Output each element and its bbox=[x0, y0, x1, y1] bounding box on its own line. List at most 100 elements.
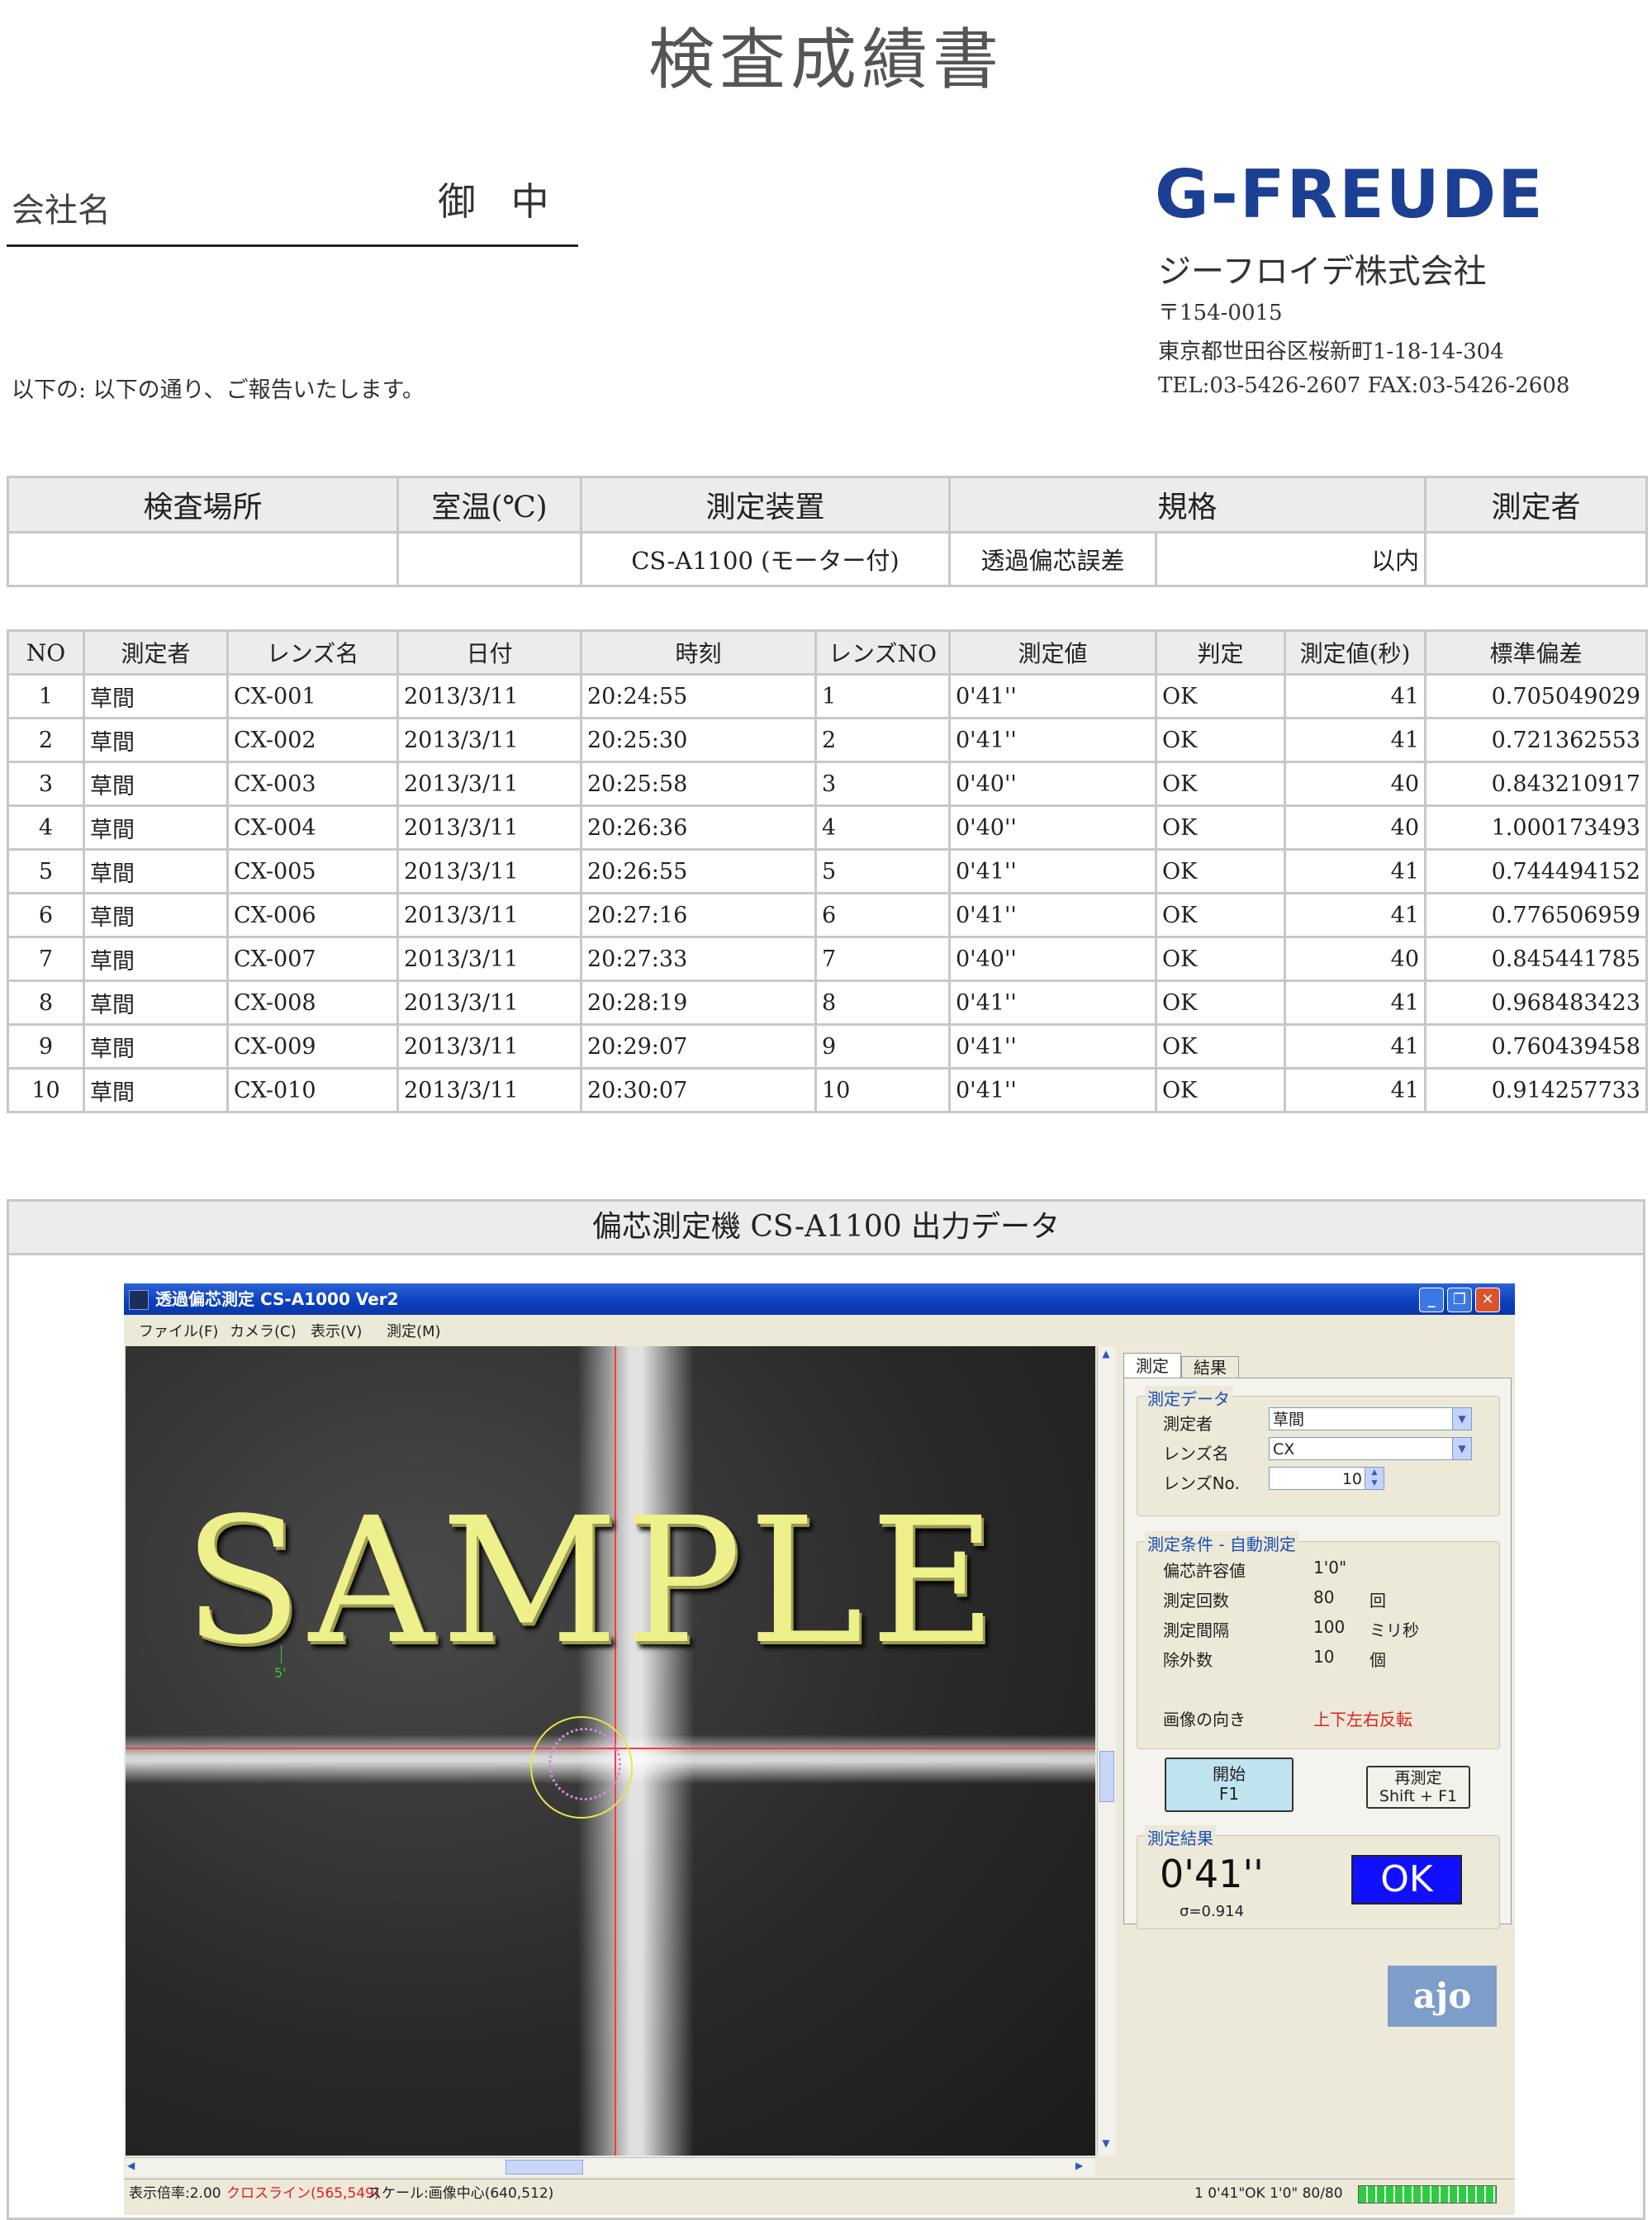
row-date: 2013/3/11 bbox=[396, 673, 582, 719]
row-time: 20:27:33 bbox=[580, 936, 817, 982]
row-seconds: 41 bbox=[1284, 980, 1427, 1026]
row-date: 2013/3/11 bbox=[396, 892, 582, 938]
menu-measure[interactable]: 測定(M) bbox=[387, 1320, 441, 1341]
minimize-icon[interactable]: _ bbox=[1419, 1288, 1444, 1312]
location-value bbox=[7, 531, 399, 587]
header-spec: 規格 bbox=[947, 476, 1427, 534]
measure-header: 測定値(秒) bbox=[1284, 629, 1427, 676]
sample-watermark: SAMPLE bbox=[183, 1480, 1004, 1682]
orientation-label: 画像の向き bbox=[1163, 1710, 1246, 1729]
row-time: 20:28:19 bbox=[580, 980, 817, 1026]
row-operator: 草間 bbox=[83, 761, 229, 807]
row-judgement: OK bbox=[1155, 761, 1286, 807]
scroll-up-icon[interactable]: ▲ bbox=[1099, 1348, 1113, 1363]
row-lens-name: CX-009 bbox=[226, 1023, 399, 1070]
row-value: 0'41'' bbox=[948, 892, 1157, 938]
menu-file[interactable]: ファイル(F) bbox=[139, 1320, 218, 1341]
row-value: 0'41'' bbox=[948, 980, 1157, 1026]
vertical-scrollbar[interactable]: ▲ ▼ bbox=[1097, 1346, 1116, 2156]
camera-view[interactable]: 5' SAMPLE bbox=[126, 1346, 1095, 2156]
lens-name-label: レンズ名 bbox=[1163, 1444, 1229, 1463]
window-titlebar: 透過偏芯測定 CS-A1000 Ver2 _ ❐ ✕ bbox=[124, 1283, 1515, 1315]
row-no: 8 bbox=[7, 980, 85, 1026]
scroll-down-icon[interactable]: ▼ bbox=[1099, 2137, 1113, 2152]
row-std-dev: 0.776506959 bbox=[1424, 892, 1648, 938]
row-seconds: 41 bbox=[1284, 892, 1427, 938]
chevron-down-icon[interactable]: ▼ bbox=[1452, 1438, 1471, 1459]
lens-name-select[interactable]: CX ▼ bbox=[1269, 1437, 1472, 1460]
row-std-dev: 0.914257733 bbox=[1424, 1067, 1648, 1113]
interval-label: 測定間隔 bbox=[1163, 1620, 1229, 1640]
horizontal-scrollbar[interactable]: ◀ ▶ bbox=[126, 2157, 1095, 2176]
progress-bar bbox=[1358, 2185, 1497, 2203]
measure-header: レンズNO bbox=[814, 629, 951, 676]
row-lens-name: CX-006 bbox=[226, 892, 399, 938]
row-lens-no: 5 bbox=[814, 848, 951, 894]
row-time: 20:25:30 bbox=[580, 717, 817, 763]
app-icon bbox=[129, 1290, 149, 1310]
horizontal-scroll-thumb[interactable] bbox=[506, 2160, 583, 2175]
row-std-dev: 0.845441785 bbox=[1424, 936, 1648, 982]
row-seconds: 40 bbox=[1284, 761, 1427, 807]
row-lens-name: CX-008 bbox=[226, 980, 399, 1026]
remeasure-button-key: Shift + F1 bbox=[1379, 1787, 1458, 1805]
row-lens-name: CX-004 bbox=[226, 804, 399, 851]
row-operator: 草間 bbox=[83, 848, 229, 894]
measure-header: 時刻 bbox=[580, 629, 817, 676]
header-temperature: 室温(℃) bbox=[396, 476, 582, 534]
row-no: 3 bbox=[7, 761, 85, 807]
vertical-scroll-thumb[interactable] bbox=[1099, 1751, 1114, 1802]
row-date: 2013/3/11 bbox=[396, 1067, 582, 1113]
row-operator: 草間 bbox=[83, 1067, 229, 1113]
restore-icon[interactable]: ❐ bbox=[1447, 1288, 1472, 1312]
condition-group-label: 測定条件 - 自動測定 bbox=[1145, 1531, 1298, 1555]
chevron-down-icon[interactable]: ▼ bbox=[1452, 1408, 1471, 1430]
table-row: 1 草間 CX-001 2013/3/11 20:24:55 1 0'41'' OK 41 0.7… bbox=[7, 673, 1648, 719]
header-operator: 測定者 bbox=[1424, 476, 1649, 534]
row-value: 0'41'' bbox=[948, 1067, 1157, 1113]
start-button[interactable]: 開始 F1 bbox=[1165, 1758, 1294, 1812]
device-value: CS-A1100 (モーター付) bbox=[580, 531, 951, 587]
row-lens-no: 4 bbox=[814, 804, 951, 851]
result-value: 0'41'' bbox=[1160, 1852, 1264, 1896]
interval-value: 100 bbox=[1313, 1617, 1346, 1637]
row-std-dev: 0.968483423 bbox=[1424, 980, 1648, 1026]
row-seconds: 40 bbox=[1284, 804, 1427, 851]
row-no: 2 bbox=[7, 717, 85, 763]
status-bar: 表示倍率:2.00 クロスライン(565,549) スケール:画像中心(640,… bbox=[124, 2179, 1515, 2208]
tolerance-value: 1'0" bbox=[1313, 1558, 1347, 1577]
issuer-name: ジーフロイデ株式会社 bbox=[1158, 253, 1487, 291]
scroll-right-icon[interactable]: ▶ bbox=[1075, 2160, 1090, 2173]
row-lens-name: CX-007 bbox=[226, 936, 399, 982]
menu-camera[interactable]: カメラ(C) bbox=[230, 1320, 297, 1341]
row-lens-no: 7 bbox=[814, 936, 951, 982]
issuer-postal: 〒154-0015 bbox=[1158, 301, 1283, 325]
company-underline bbox=[7, 244, 578, 247]
remeasure-button[interactable]: 再測定 Shift + F1 bbox=[1366, 1766, 1470, 1809]
judgement-badge: OK bbox=[1351, 1855, 1462, 1905]
table-row: 5 草間 CX-005 2013/3/11 20:26:55 5 0'41'' OK 41 0.7… bbox=[7, 848, 1648, 894]
row-std-dev: 0.705049029 bbox=[1424, 673, 1648, 719]
lens-no-stepper[interactable]: 10 ▲ ▼ bbox=[1269, 1467, 1384, 1490]
remeasure-button-label: 再測定 bbox=[1394, 1769, 1442, 1787]
tab-result[interactable]: 結果 bbox=[1181, 1356, 1239, 1378]
header-device: 測定装置 bbox=[580, 476, 951, 534]
row-lens-no: 2 bbox=[814, 717, 951, 763]
progress-fill bbox=[1359, 2186, 1496, 2203]
row-judgement: OK bbox=[1155, 892, 1286, 938]
stepper-arrows-icon[interactable]: ▲ ▼ bbox=[1365, 1468, 1384, 1489]
row-judgement: OK bbox=[1155, 980, 1286, 1026]
tab-measure[interactable]: 測定 bbox=[1123, 1353, 1181, 1378]
menu-view[interactable]: 表示(V) bbox=[311, 1320, 362, 1341]
row-std-dev: 0.760439458 bbox=[1424, 1023, 1648, 1070]
operator-select-value: 草間 bbox=[1273, 1411, 1305, 1429]
close-icon[interactable]: ✕ bbox=[1475, 1288, 1500, 1312]
count-label: 測定回数 bbox=[1163, 1591, 1229, 1610]
spec-value: 以内 bbox=[1154, 531, 1427, 587]
company-label: 会社名 bbox=[12, 192, 111, 230]
scroll-left-icon[interactable]: ◀ bbox=[127, 2160, 142, 2173]
table-row: 2 草間 CX-002 2013/3/11 20:25:30 2 0'41'' OK 41 0.7… bbox=[7, 717, 1648, 763]
measure-header: 標準偏差 bbox=[1424, 629, 1648, 676]
operator-select[interactable]: 草間 ▼ bbox=[1269, 1407, 1472, 1430]
row-value: 0'41'' bbox=[948, 717, 1157, 763]
